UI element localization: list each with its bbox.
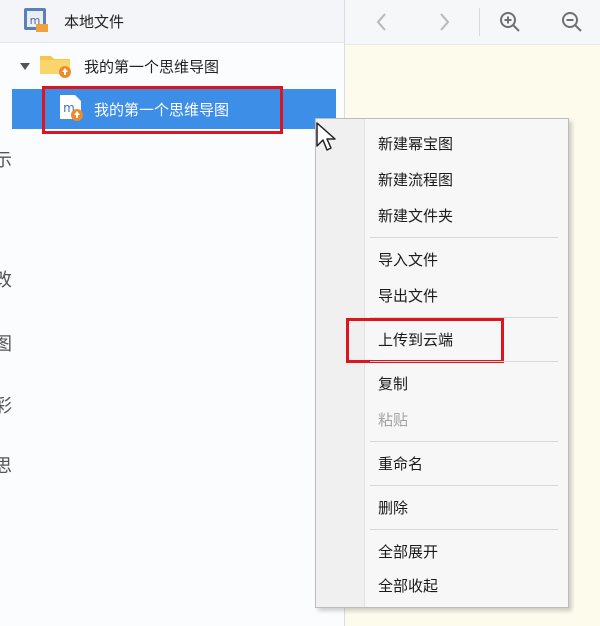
chevron-right-icon bbox=[440, 13, 450, 31]
folder-icon bbox=[38, 50, 74, 82]
menu-item-new-flowchart[interactable]: 新建流程图 bbox=[378, 169, 453, 190]
menu-item-delete[interactable]: 删除 bbox=[378, 497, 408, 518]
menu-item-new-folder[interactable]: 新建文件夹 bbox=[378, 205, 453, 226]
tree-root-label: 本地文件 bbox=[64, 12, 125, 31]
folder-label: 我的第一个思维导图 bbox=[84, 57, 220, 76]
zoom-out-icon bbox=[562, 12, 582, 32]
local-files-icon: m bbox=[22, 5, 50, 37]
edge-glyph: 图 bbox=[0, 334, 12, 355]
edge-glyph: 示 bbox=[0, 150, 12, 171]
edge-glyph: 彩 bbox=[0, 396, 12, 417]
file-highlight-box bbox=[42, 86, 283, 134]
menu-item-import-file[interactable]: 导入文件 bbox=[378, 249, 438, 270]
forward-button[interactable] bbox=[429, 7, 459, 37]
menu-separator bbox=[370, 485, 558, 486]
file-tree-panel: 示 改 图 彩 思 m 本地文件 我的第一个思维导图 m 我的第一个思维导图 bbox=[0, 0, 345, 626]
zoom-in-button[interactable] bbox=[495, 7, 525, 37]
menu-item-paste: 粘贴 bbox=[378, 411, 409, 429]
toolbar bbox=[345, 0, 600, 45]
menu-separator bbox=[370, 441, 558, 442]
edge-glyph: 改 bbox=[0, 270, 12, 291]
back-button[interactable] bbox=[367, 7, 397, 37]
expand-caret-icon[interactable] bbox=[20, 62, 30, 70]
chevron-left-icon bbox=[376, 13, 386, 31]
tree-root-local-files[interactable]: m 本地文件 bbox=[22, 6, 124, 36]
menu-item-new-mindmap[interactable]: 新建幂宝图 bbox=[378, 133, 453, 154]
edge-glyph: 思 bbox=[0, 456, 12, 477]
menu-item-expand-all[interactable]: 全部展开 bbox=[378, 541, 438, 562]
zoom-out-button[interactable] bbox=[557, 7, 587, 37]
menu-gutter bbox=[316, 119, 365, 607]
menu-separator bbox=[370, 237, 558, 238]
menu-separator bbox=[370, 529, 558, 530]
menu-item-copy[interactable]: 复制 bbox=[378, 373, 408, 394]
context-menu: 新建幂宝图 新建流程图 新建文件夹 导入文件 导出文件 上传到云端 复制 粘贴 … bbox=[315, 118, 569, 608]
mouse-cursor-icon bbox=[316, 122, 336, 151]
tree-folder-row[interactable]: 我的第一个思维导图 bbox=[20, 50, 219, 82]
upload-highlight-box bbox=[346, 318, 504, 363]
menu-item-rename[interactable]: 重命名 bbox=[378, 453, 423, 474]
toolbar-divider bbox=[479, 8, 480, 36]
zoom-in-icon bbox=[500, 12, 520, 32]
menu-item-collapse-all[interactable]: 全部收起 bbox=[378, 575, 438, 596]
menu-separator bbox=[370, 361, 558, 362]
menu-item-export-file[interactable]: 导出文件 bbox=[378, 285, 438, 306]
